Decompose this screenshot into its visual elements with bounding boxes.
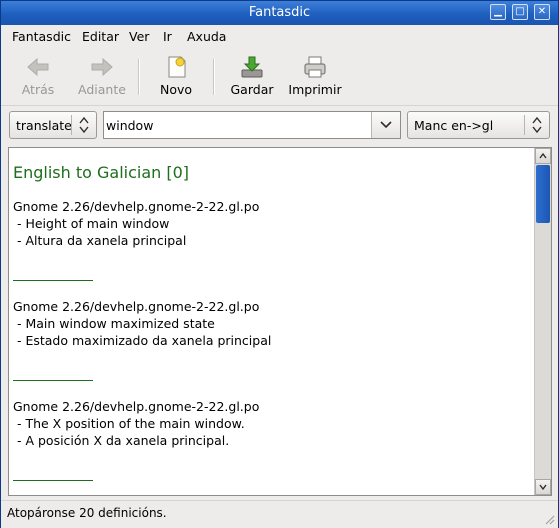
scroll-up-button[interactable] — [535, 148, 551, 164]
search-input[interactable] — [106, 115, 372, 135]
close-button[interactable]: ✕ — [534, 4, 550, 20]
entry-divider — [13, 380, 93, 381]
menu-fantasdic[interactable]: Fantasdic — [12, 29, 71, 44]
toolbar-separator — [213, 59, 215, 95]
result-entry: Gnome 2.26/devhelp.gnome-2-22.gl.po - Ma… — [13, 298, 528, 349]
resize-grip-icon[interactable] — [543, 513, 555, 525]
search-history-dropdown-button[interactable] — [371, 112, 400, 138]
results-heading: English to Galician [0] — [13, 163, 190, 182]
printer-icon — [304, 56, 326, 78]
title-bar[interactable]: Fantasdic ▁ □ ✕ — [1, 1, 558, 25]
entry-divider — [13, 480, 93, 481]
mode-select-value: translate — [16, 118, 72, 133]
back-arrow-icon — [27, 57, 49, 77]
entry-original: - Main window maximized state — [13, 316, 215, 331]
entry-source: Gnome 2.26/devhelp.gnome-2-22.gl.po — [13, 199, 260, 214]
combo-divider — [71, 115, 72, 135]
chevron-down-icon — [380, 121, 392, 129]
chevron-up-icon — [539, 152, 547, 159]
new-document-icon — [168, 56, 186, 78]
new-label: Novo — [159, 82, 193, 97]
status-bar: Atopáronse 20 definicións. — [1, 500, 558, 528]
result-entry: Gnome 2.26/devhelp.gnome-2-22.gl.po - Th… — [13, 398, 528, 449]
entry-source: Gnome 2.26/devhelp.gnome-2-22.gl.po — [13, 299, 260, 314]
save-label: Gardar — [230, 82, 274, 97]
minimize-button[interactable]: ▁ — [490, 4, 506, 20]
print-button[interactable]: Imprimir — [287, 51, 343, 103]
entry-translation: - A posición X da xanela principal. — [13, 433, 230, 448]
entry-divider — [13, 280, 93, 281]
up-down-arrows-icon — [79, 116, 89, 134]
chevron-down-icon — [539, 484, 547, 491]
up-down-arrows-icon — [532, 116, 542, 134]
result-entry: Gnome 2.26/devhelp.gnome-2-22.gl.po - He… — [13, 198, 528, 249]
new-button[interactable]: Novo — [156, 51, 196, 103]
entry-original: - The X position of the main window. — [13, 416, 245, 431]
menu-view[interactable]: Ver — [129, 29, 149, 44]
minimize-icon: ▁ — [494, 6, 502, 17]
save-download-icon — [241, 56, 263, 78]
toolbar: Atrás Adiante Novo Gardar Imprimir — [1, 47, 558, 106]
toolbar-separator — [138, 59, 140, 95]
close-icon: ✕ — [537, 6, 547, 17]
menu-go[interactable]: Ir — [163, 29, 172, 44]
mode-select[interactable]: translate — [9, 111, 97, 139]
menu-bar: Fantasdic Editar Ver Ir Axuda — [1, 25, 558, 47]
search-row: translate Manc en->gl — [1, 105, 558, 147]
back-label: Atrás — [21, 82, 55, 97]
results-view[interactable]: English to Galician [0] Gnome 2.26/devhe… — [8, 147, 552, 496]
search-combo-entry — [103, 111, 401, 139]
maximize-icon: □ — [515, 6, 525, 17]
menu-edit[interactable]: Editar — [82, 29, 119, 44]
combo-divider — [524, 115, 525, 135]
entry-source: Gnome 2.26/devhelp.gnome-2-22.gl.po — [13, 399, 260, 414]
entry-translation: - Altura da xanela principal — [13, 233, 187, 248]
window-title: Fantasdic — [248, 5, 311, 20]
menu-help[interactable]: Axuda — [187, 29, 226, 44]
forward-label: Adiante — [78, 82, 126, 97]
forward-arrow-icon — [91, 57, 113, 77]
scrollbar-thumb[interactable] — [536, 165, 550, 223]
save-button[interactable]: Gardar — [229, 51, 275, 103]
print-label: Imprimir — [288, 82, 342, 97]
entry-translation: - Estado maximizado da xanela principal — [13, 333, 272, 348]
back-button[interactable]: Atrás — [15, 51, 61, 103]
forward-button[interactable]: Adiante — [75, 51, 129, 103]
scroll-down-button[interactable] — [535, 479, 551, 495]
dictionary-select[interactable]: Manc en->gl — [407, 111, 550, 139]
maximize-button[interactable]: □ — [512, 4, 528, 20]
entry-original: - Height of main window — [13, 216, 170, 231]
status-text: Atopáronse 20 definicións. — [7, 506, 167, 520]
app-window: Fantasdic ▁ □ ✕ Fantasdic Editar Ver Ir … — [0, 0, 559, 528]
dictionary-select-value: Manc en->gl — [414, 118, 494, 133]
vertical-scrollbar[interactable] — [534, 148, 551, 495]
results-text: English to Galician [0] Gnome 2.26/devhe… — [13, 148, 528, 495]
